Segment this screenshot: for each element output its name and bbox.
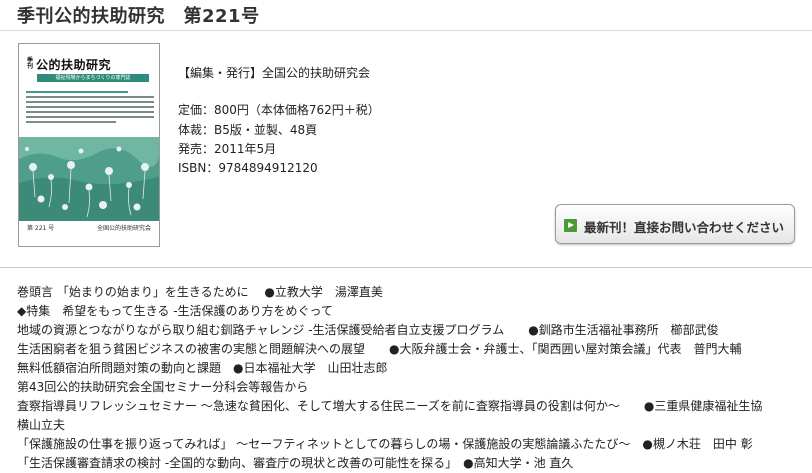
contents-divider bbox=[0, 267, 812, 268]
list-item: 「保護施設の仕事を振り返ってみれば」 ～セーフティネットとしての暮らしの場・保護… bbox=[17, 437, 753, 451]
title-divider bbox=[0, 30, 812, 31]
list-item: 「生活保護審査請求の検討 ‐全国的な動向、審査庁の現状と改善の可能性を探る」 ●… bbox=[17, 456, 574, 470]
isbn-info: ISBN：9784894912120 bbox=[178, 161, 318, 175]
price-info: 定価：800円（本体価格762円＋税） bbox=[178, 103, 380, 117]
cover-toc-lines bbox=[26, 88, 154, 134]
cover-illustration bbox=[19, 137, 159, 221]
cover-image: 季刊 公的扶助研究 福祉現場からまちづくりの専門誌 第 221 号 全国公的扶助… bbox=[18, 43, 160, 247]
list-item: ◆特集 希望をもって生きる ‐生活保護のあり方をめぐって bbox=[17, 304, 333, 318]
contact-button-label: 最新刊！直接お問い合わせください bbox=[584, 220, 785, 235]
page-title: 季刊公的扶助研究 第221号 bbox=[17, 6, 260, 27]
release-date-info: 発売：2011年5月 bbox=[178, 142, 277, 156]
list-item: 生活困窮者を狙う貧困ビジネスの被害の実態と問題解決への展望 ●大阪弁護士会・弁護… bbox=[17, 342, 742, 356]
list-item: 査察指導員リフレッシュセミナー ～急速な貧困化、そして増大する住民ニーズを前に査… bbox=[17, 399, 763, 413]
list-item: 巻頭言 「始まりの始まり」を生きるために ●立教大学 湯澤直美 bbox=[17, 285, 383, 299]
format-info: 体裁：B5版・並製、48頁 bbox=[178, 123, 318, 137]
cover-magazine-label: 季刊 bbox=[27, 57, 34, 70]
cover-title: 公的扶助研究 bbox=[36, 58, 112, 72]
cover-subtitle: 福祉現場からまちづくりの専門誌 bbox=[37, 74, 149, 82]
contact-button[interactable]: 最新刊！直接お問い合わせください bbox=[555, 204, 795, 244]
cover-publisher: 全国公的扶助研究会 bbox=[96, 225, 151, 232]
table-of-contents: 巻頭言 「始まりの始まり」を生きるために ●立教大学 湯澤直美 ◆特集 希望をも… bbox=[17, 283, 807, 473]
list-item: 地域の資源とつながりながら取り組む釧路チャレンジ ‐生活保護受給者自立支援プログ… bbox=[17, 323, 719, 337]
cover-issue-number: 第 221 号 bbox=[27, 225, 55, 232]
list-item: 横山立夫 bbox=[17, 418, 66, 432]
publisher-info: 【編集・発行】全国公的扶助研究会 bbox=[178, 66, 371, 80]
list-item: 無料低額宿泊所問題対策の動向と課題 ●日本福祉大学 山田壮志郎 bbox=[17, 361, 388, 375]
play-arrow-icon bbox=[564, 219, 577, 232]
list-item: 第43回公的扶助研究会全国セミナー分科会等報告から bbox=[17, 380, 309, 394]
